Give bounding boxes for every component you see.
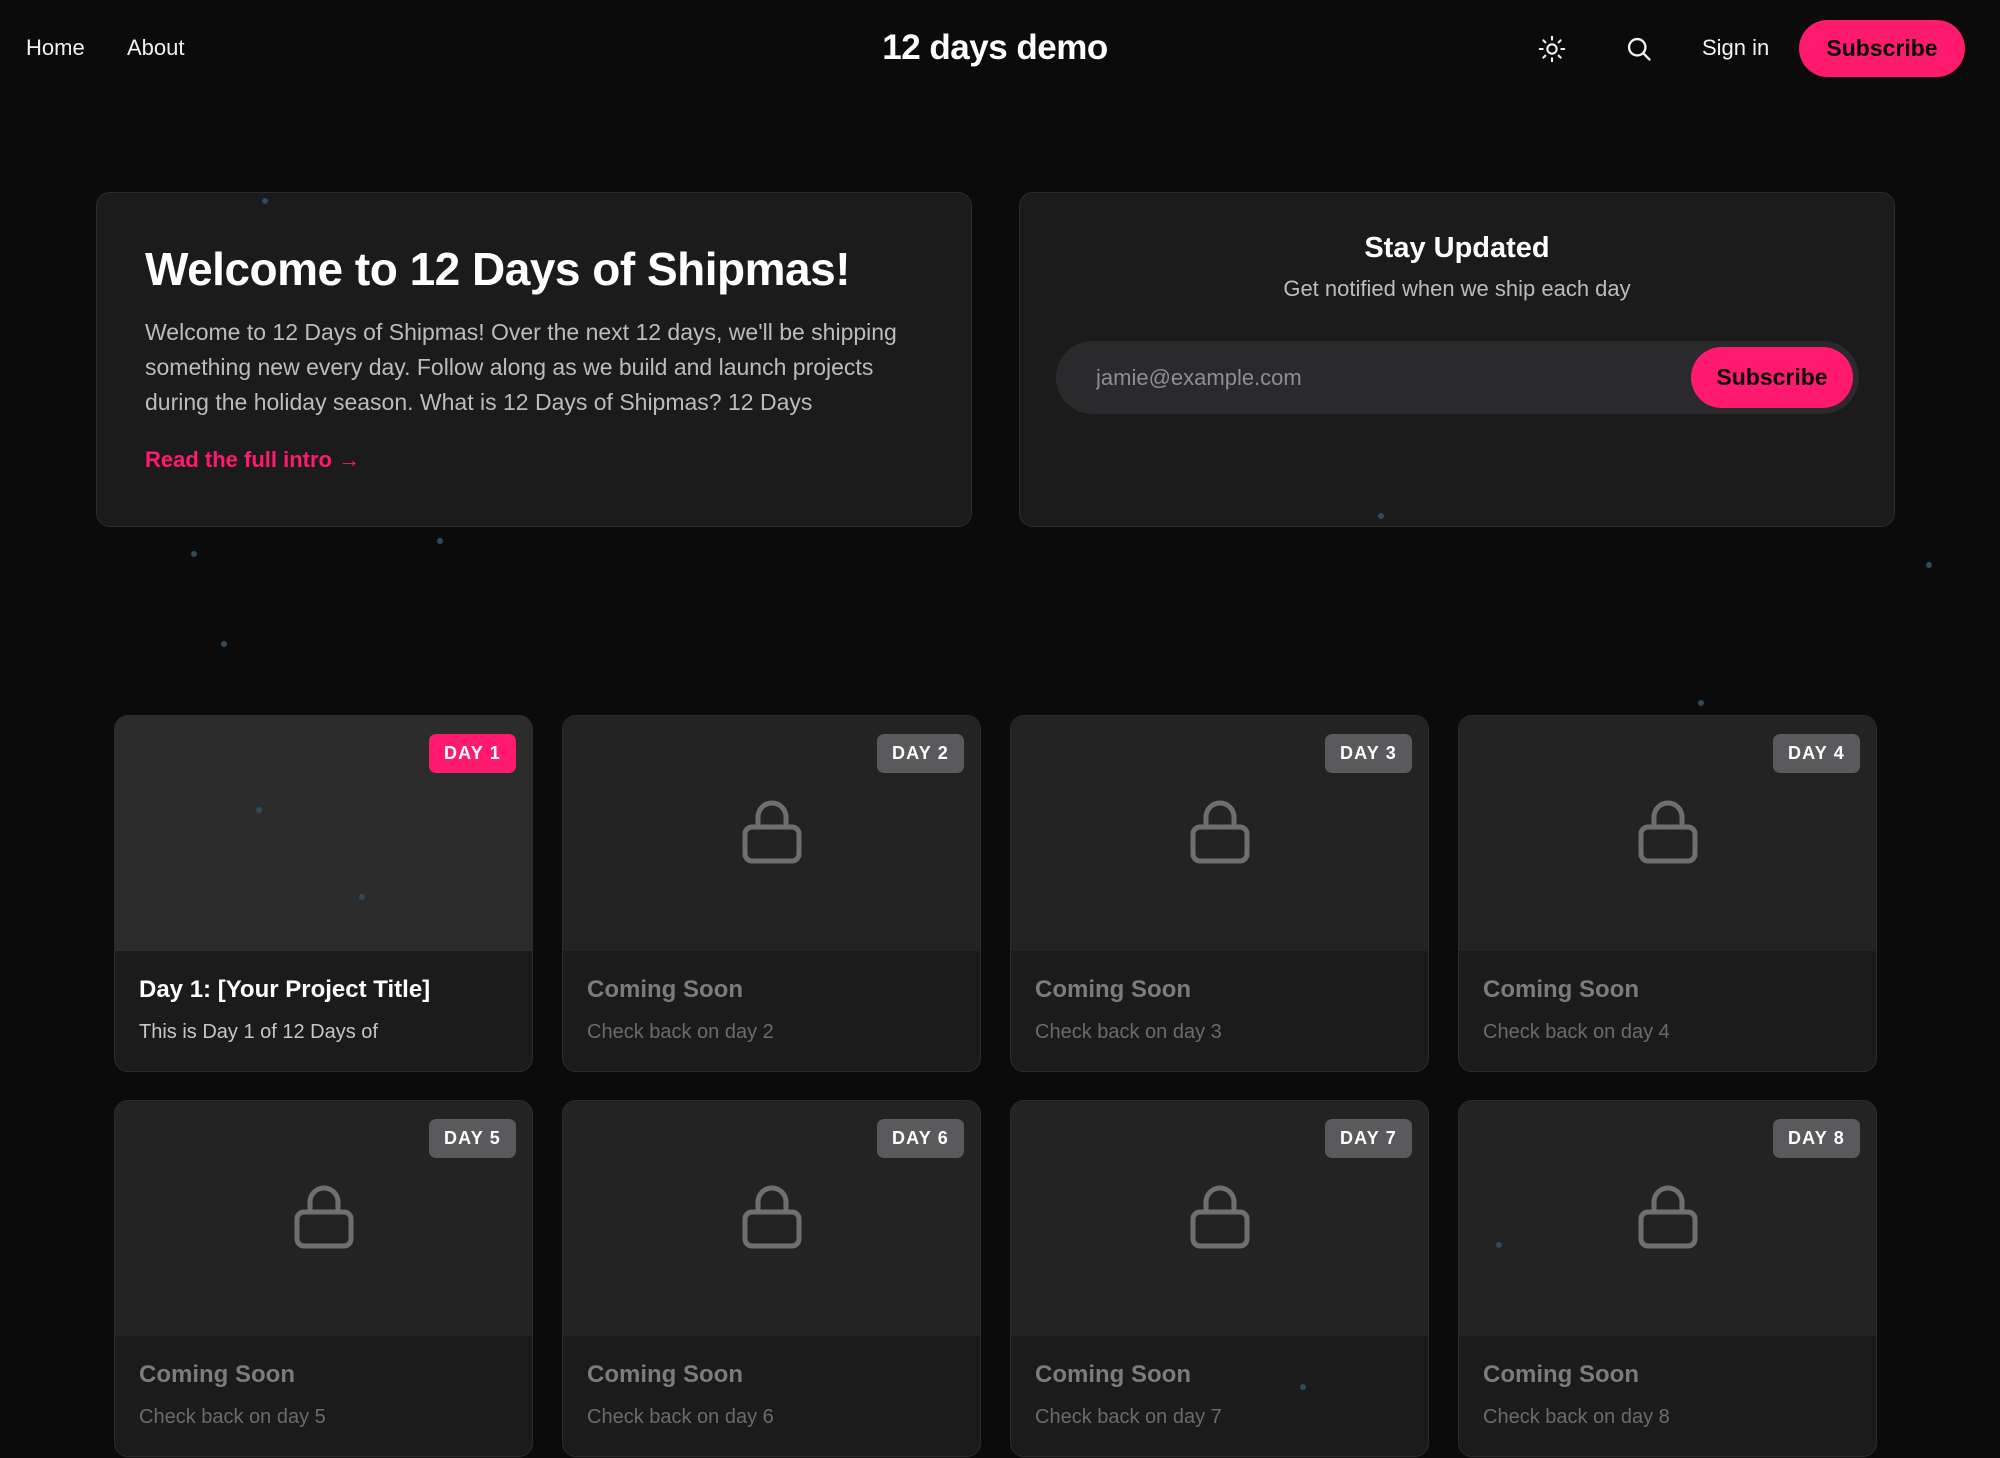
sign-in-link[interactable]: Sign in	[1702, 32, 1769, 64]
lock-icon	[1638, 1185, 1698, 1249]
site-title[interactable]: 12 days demo	[0, 25, 1990, 71]
snowflake-decoration	[262, 198, 268, 204]
day-description: Check back on day 2	[587, 1021, 774, 1043]
day-description: Check back on day 5	[139, 1406, 326, 1428]
email-subscribe-button[interactable]: Subscribe	[1691, 347, 1853, 408]
day-badge: DAY 6	[876, 1119, 964, 1158]
snowflake-decoration	[256, 807, 262, 813]
day-title: Coming Soon	[587, 1361, 743, 1388]
day-card-2[interactable]: DAY 2 Coming Soon Check back on day 2	[562, 715, 981, 1072]
day-card-5[interactable]: DAY 5 Coming Soon Check back on day 5	[114, 1100, 533, 1457]
day-badge: DAY 7	[1324, 1119, 1412, 1158]
day-badge: DAY 2	[876, 734, 964, 773]
snowflake-decoration	[191, 551, 197, 557]
sun-icon[interactable]	[1535, 32, 1569, 66]
day-badge: DAY 1	[428, 734, 516, 773]
search-icon[interactable]	[1622, 32, 1656, 66]
day-title: Coming Soon	[1035, 1361, 1191, 1388]
day-description: Check back on day 3	[1035, 1021, 1222, 1043]
snowflake-decoration	[359, 894, 365, 900]
day-description: This is Day 1 of 12 Days of	[139, 1021, 378, 1043]
day-badge: DAY 3	[1324, 734, 1412, 773]
lock-icon	[1638, 800, 1698, 864]
day-title: Day 1: [Your Project Title]	[139, 976, 431, 1003]
snowflake-decoration	[221, 641, 227, 647]
lock-icon	[1190, 800, 1250, 864]
lock-icon	[742, 1185, 802, 1249]
welcome-body: Welcome to 12 Days of Shipmas! Over the …	[145, 319, 897, 415]
snowflake-decoration	[1698, 700, 1704, 706]
email-form: Subscribe	[1056, 341, 1859, 414]
day-title: Coming Soon	[587, 976, 743, 1003]
read-intro-link[interactable]: Read the full intro →	[145, 444, 360, 476]
day-description: Check back on day 4	[1483, 1021, 1670, 1043]
lock-icon	[294, 1185, 354, 1249]
stay-updated-subtitle: Get notified when we ship each day	[1283, 276, 1631, 301]
day-card-1[interactable]: DAY 1 Day 1: [Your Project Title] This i…	[114, 715, 533, 1072]
day-card-6[interactable]: DAY 6 Coming Soon Check back on day 6	[562, 1100, 981, 1457]
day-badge: DAY 4	[1772, 734, 1860, 773]
email-input[interactable]	[1094, 359, 1658, 397]
day-badge: DAY 5	[428, 1119, 516, 1158]
day-card-8[interactable]: DAY 8 Coming Soon Check back on day 8	[1458, 1100, 1877, 1457]
snowflake-decoration	[1496, 1242, 1502, 1248]
lock-icon	[1190, 1185, 1250, 1249]
welcome-card: Welcome to 12 Days of Shipmas! Welcome t…	[96, 192, 972, 527]
day-title: Coming Soon	[1483, 1361, 1639, 1388]
snowflake-decoration	[1378, 513, 1384, 519]
day-description: Check back on day 6	[587, 1406, 774, 1428]
top-nav: Home About 12 days demo Sign in Subscrib…	[0, 0, 2000, 98]
day-description: Check back on day 7	[1035, 1406, 1222, 1428]
nav-subscribe-button[interactable]: Subscribe	[1799, 20, 1965, 77]
day-card-3[interactable]: DAY 3 Coming Soon Check back on day 3	[1010, 715, 1429, 1072]
welcome-title: Welcome to 12 Days of Shipmas!	[145, 243, 851, 295]
stay-updated-title: Stay Updated	[1364, 232, 1550, 264]
lock-icon	[742, 800, 802, 864]
day-card-4[interactable]: DAY 4 Coming Soon Check back on day 4	[1458, 715, 1877, 1072]
snowflake-decoration	[437, 538, 443, 544]
day-title: Coming Soon	[1035, 976, 1191, 1003]
stay-updated-card: Stay Updated Get notified when we ship e…	[1019, 192, 1895, 527]
day-card-7[interactable]: DAY 7 Coming Soon Check back on day 7	[1010, 1100, 1429, 1457]
day-description: Check back on day 8	[1483, 1406, 1670, 1428]
day-title: Coming Soon	[1483, 976, 1639, 1003]
snowflake-decoration	[1300, 1384, 1306, 1390]
page: Home About 12 days demo Sign in Subscrib…	[0, 0, 2000, 1458]
day-badge: DAY 8	[1772, 1119, 1860, 1158]
day-title: Coming Soon	[139, 1361, 295, 1388]
snowflake-decoration	[1926, 562, 1932, 568]
